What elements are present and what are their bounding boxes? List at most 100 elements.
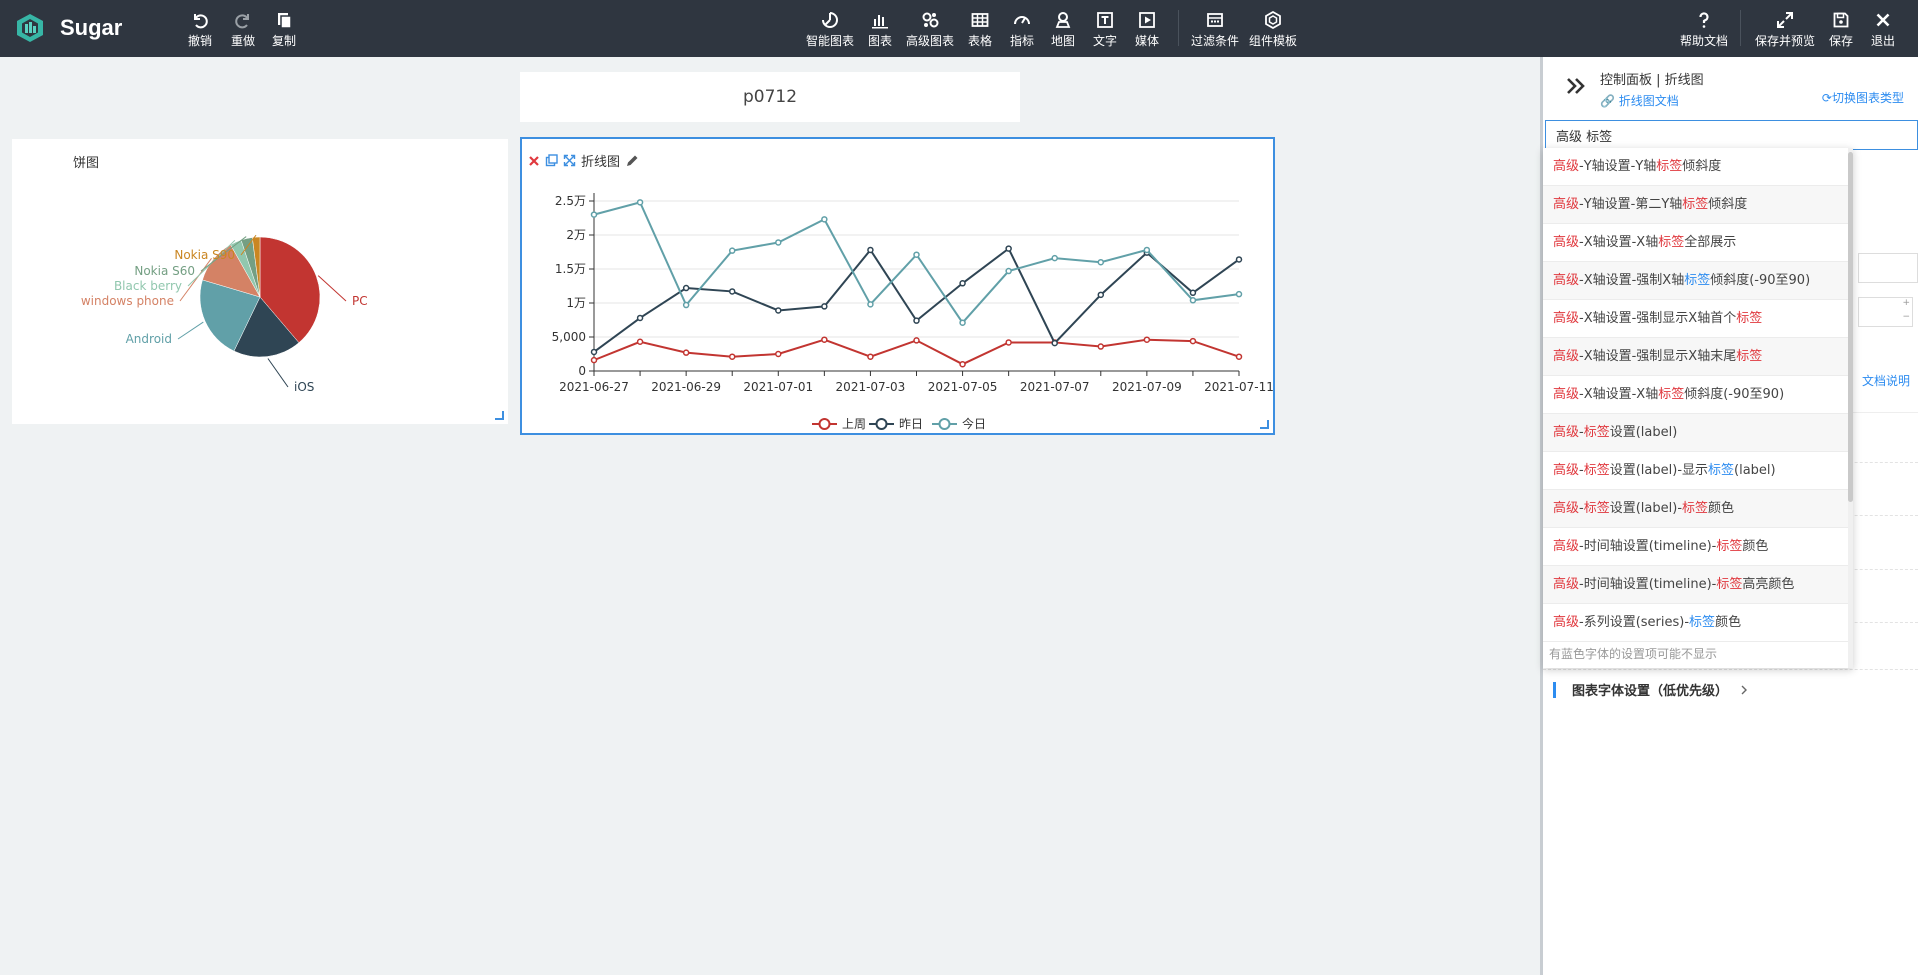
series-point[interactable]	[913, 251, 920, 258]
hidden-input-field[interactable]	[1858, 253, 1918, 283]
search-result-item[interactable]: 高级-标签设置(label)-标签颜色	[1543, 490, 1853, 528]
series-point[interactable]	[682, 284, 690, 292]
search-result-item[interactable]: 高级-X轴设置-X轴标签倾斜度(-90至90)	[1543, 376, 1853, 414]
legend-marker[interactable]	[818, 418, 831, 430]
metric-button[interactable]: 指标	[1010, 10, 1034, 49]
search-result-item[interactable]: 高级-X轴设置-强制显示X轴末尾标签	[1543, 338, 1853, 376]
doc-explain-link[interactable]: 文档说明	[1862, 372, 1910, 389]
series-point[interactable]	[636, 199, 644, 206]
exit-button[interactable]: 退出	[1871, 10, 1895, 49]
redo-button[interactable]: 重做	[231, 10, 255, 49]
series-point[interactable]	[821, 336, 828, 343]
line-resize-handle[interactable]	[1260, 420, 1269, 429]
dropdown-scrollbar-thumb[interactable]	[1848, 152, 1853, 502]
series-point[interactable]	[1005, 339, 1012, 346]
series-point[interactable]	[867, 246, 874, 254]
series-point[interactable]	[1143, 246, 1151, 254]
search-result-item[interactable]: 高级-Y轴设置-第二Y轴标签倾斜度	[1543, 186, 1853, 224]
series-point[interactable]	[590, 348, 598, 356]
hidden-stepper-field[interactable]: + −	[1858, 297, 1913, 327]
line-chart-card[interactable]: 折线图 0 5,000 1万 1.5万 2万 2.5万 2021-06-27 2021-06-…	[520, 137, 1275, 435]
pie-resize-handle[interactable]	[495, 411, 504, 420]
pie-chart-card[interactable]: 饼图 PC iOS Android windows phone Black berry N…	[12, 139, 508, 424]
double-chevron-right-icon[interactable]	[1565, 75, 1587, 97]
search-result-item[interactable]: 高级-标签设置(label)-显示标签(label)	[1543, 452, 1853, 490]
series-point[interactable]	[959, 280, 966, 287]
series-point[interactable]	[682, 301, 690, 309]
dashboard-canvas: p0712 饼图 PC iOS Android windows phone Black …	[0, 57, 1540, 975]
series-point[interactable]	[590, 356, 598, 364]
series-point[interactable]	[1189, 297, 1197, 304]
series-point[interactable]	[821, 303, 828, 310]
series-point[interactable]	[821, 216, 828, 223]
save-preview-button[interactable]: 保存并预览	[1755, 10, 1815, 49]
page-title[interactable]: p0712	[520, 72, 1020, 122]
table-button[interactable]: 表格	[968, 10, 992, 49]
search-result-item[interactable]: 高级-系列设置(series)-标签颜色	[1543, 604, 1853, 642]
search-result-item[interactable]: 高级-时间轴设置(timeline)-标签高亮颜色	[1543, 566, 1853, 604]
series-point[interactable]	[636, 314, 644, 322]
series-point[interactable]	[867, 301, 874, 308]
legend-label[interactable]: 上周	[842, 417, 866, 431]
expand-icon	[1777, 12, 1793, 28]
series-point[interactable]	[1189, 289, 1197, 297]
series-point[interactable]	[775, 239, 782, 246]
template-button[interactable]: 组件模板	[1249, 10, 1297, 49]
series-point[interactable]	[636, 338, 644, 346]
series-point[interactable]	[913, 337, 920, 344]
series-point[interactable]	[959, 319, 966, 326]
series-point[interactable]	[867, 353, 874, 360]
search-result-item[interactable]: 高级-Y轴设置-Y轴标签倾斜度	[1543, 148, 1853, 186]
series-point[interactable]	[1189, 337, 1197, 345]
legend-marker[interactable]	[938, 418, 951, 430]
series-point[interactable]	[959, 360, 966, 368]
series-point[interactable]	[1143, 336, 1151, 343]
search-result-item[interactable]: 高级-标签设置(label)	[1543, 414, 1853, 452]
undo-button[interactable]: 撤销	[188, 10, 212, 49]
series-point[interactable]	[913, 317, 920, 324]
series-point[interactable]	[1097, 343, 1105, 350]
advanced-chart-button[interactable]: 高级图表	[906, 10, 954, 49]
search-result-text: 全部展示	[1684, 235, 1737, 250]
legend-label[interactable]: 今日	[962, 416, 986, 431]
series-point[interactable]	[1235, 290, 1243, 298]
map-button[interactable]: 地图	[1051, 10, 1075, 49]
series-point[interactable]	[1097, 291, 1105, 299]
series-point[interactable]	[590, 211, 598, 218]
text-button[interactable]: 文字	[1093, 10, 1117, 49]
media-button[interactable]: 媒体	[1135, 10, 1159, 49]
series-point[interactable]	[1235, 353, 1243, 360]
series-point[interactable]	[1097, 258, 1105, 266]
legend-marker[interactable]	[875, 418, 888, 430]
smart-chart-button[interactable]: 智能图表	[806, 10, 854, 49]
series-point[interactable]	[728, 288, 736, 295]
help-doc-button[interactable]: 帮助文档	[1680, 10, 1728, 49]
stepper-up-icon[interactable]: +	[1902, 298, 1910, 308]
search-result-item[interactable]: 高级-X轴设置-强制X轴标签倾斜度(-90至90)	[1543, 262, 1853, 300]
save-button[interactable]: 保存	[1829, 10, 1853, 49]
series-point[interactable]	[1005, 245, 1012, 252]
chart-font-settings-section[interactable]: 图表字体设置（低优先级）	[1553, 680, 1750, 699]
line-chart-doc-link[interactable]: 🔗 折线图文档	[1600, 92, 1679, 109]
series-point[interactable]	[728, 353, 736, 360]
dropdown-scrollbar[interactable]	[1848, 148, 1853, 668]
chart-button[interactable]: 图表	[868, 10, 892, 49]
stepper-down-icon[interactable]: −	[1902, 312, 1910, 322]
series-point[interactable]	[1235, 256, 1243, 263]
series-point[interactable]	[1005, 267, 1012, 275]
series-point[interactable]	[1051, 254, 1058, 262]
series-point[interactable]	[1051, 339, 1058, 347]
series-point[interactable]	[682, 349, 690, 356]
search-result-item[interactable]: 高级-时间轴设置(timeline)-标签颜色	[1543, 528, 1853, 566]
switch-chart-type-button[interactable]: ⟳切换图表类型	[1822, 89, 1904, 106]
x-tick-label: 2021-07-01	[743, 380, 813, 394]
settings-search-input[interactable]	[1545, 120, 1918, 150]
series-point[interactable]	[728, 247, 736, 254]
series-point[interactable]	[775, 350, 782, 358]
copy-button[interactable]: 复制	[272, 10, 296, 49]
legend-label[interactable]: 昨日	[899, 417, 923, 431]
search-result-item[interactable]: 高级-X轴设置-X轴标签全部展示	[1543, 224, 1853, 262]
filter-button[interactable]: 过滤条件	[1191, 10, 1239, 49]
series-point[interactable]	[775, 307, 782, 314]
search-result-item[interactable]: 高级-X轴设置-强制显示X轴首个标签	[1543, 300, 1853, 338]
